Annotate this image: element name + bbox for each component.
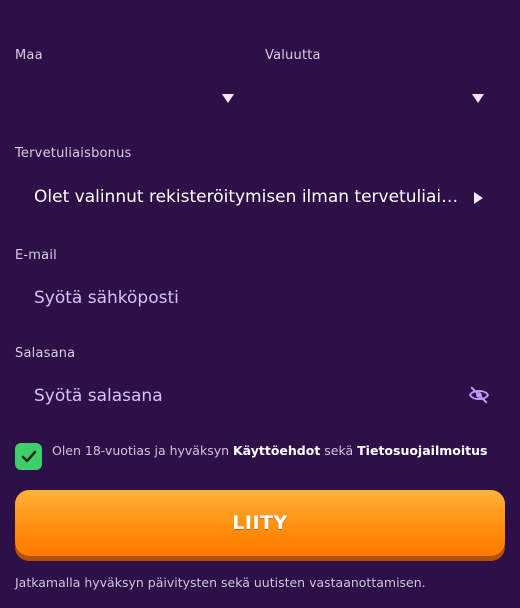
bonus-label: Tervetuliaisbonus	[15, 146, 132, 161]
country-label: Maa	[15, 48, 43, 63]
country-select[interactable]	[15, 78, 240, 118]
terms-text-before: Olen 18-vuotias ja hyväksyn	[52, 443, 233, 458]
password-label: Salasana	[15, 346, 76, 361]
chevron-down-icon	[222, 94, 234, 103]
terms-checkbox[interactable]	[15, 443, 42, 470]
chevron-right-icon	[474, 192, 483, 204]
currency-select[interactable]	[265, 78, 490, 118]
join-button-label: LIITY	[232, 512, 288, 534]
terms-text: Olen 18-vuotias ja hyväksyn Käyttöehdot …	[52, 443, 487, 458]
footer-note: Jatkamalla hyväksyn päivitysten sekä uut…	[15, 575, 426, 590]
bonus-value: Olet valinnut rekisteröitymisen ilman te…	[34, 187, 464, 207]
eye-off-icon[interactable]	[468, 386, 490, 404]
currency-label: Valuutta	[265, 48, 321, 63]
terms-link[interactable]: Käyttöehdot	[233, 443, 320, 458]
privacy-link[interactable]: Tietosuojailmoitus	[357, 443, 487, 458]
password-field[interactable]	[34, 381, 454, 411]
email-label: E-mail	[15, 248, 57, 263]
email-field[interactable]	[34, 283, 454, 313]
chevron-down-icon	[472, 94, 484, 103]
terms-text-middle: sekä	[320, 443, 358, 458]
join-button[interactable]: LIITY	[15, 490, 505, 556]
checkmark-icon	[21, 450, 36, 462]
